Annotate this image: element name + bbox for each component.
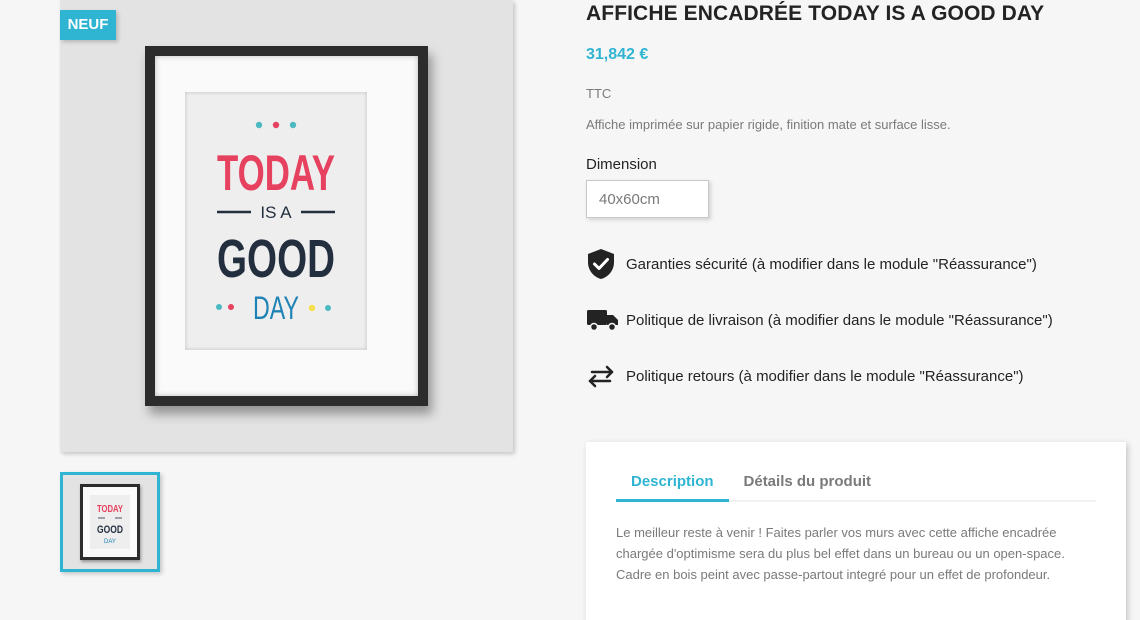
tax-label: TTC <box>586 86 612 101</box>
dimension-field[interactable] <box>586 180 709 218</box>
product-description: Le meilleur reste à venir ! Faites parle… <box>616 525 1065 582</box>
variant-label: Dimension <box>586 156 657 173</box>
svg-text:TODAY: TODAY <box>97 504 123 515</box>
reassurance-label: Politique retours (à modifier dans le mo… <box>626 367 1024 385</box>
product-tabs: Description Détails du produit Le meille… <box>586 442 1126 620</box>
reassurance-block: Garanties sécurité (à modifier dans le m… <box>586 246 1126 414</box>
thumbnail-frame: TODAY GOOD DAY <box>80 484 140 560</box>
artwork-line2: IS A <box>260 203 292 222</box>
reassurance-label: Garanties sécurité (à modifier dans le m… <box>626 255 1037 273</box>
thumbnail-artwork: TODAY GOOD DAY <box>90 495 130 549</box>
artwork-line4: DAY <box>253 290 299 326</box>
tab-nav: Description Détails du produit <box>616 472 1096 502</box>
reassurance-item-security: Garanties sécurité (à modifier dans le m… <box>586 246 1126 282</box>
reassurance-item-returns: Politique retours (à modifier dans le mo… <box>586 358 1126 394</box>
new-badge: Neuf <box>60 10 116 40</box>
poster-artwork-graphic: TODAY IS A GOOD DAY <box>216 121 335 326</box>
swap-arrows-icon <box>586 359 620 393</box>
tab-product-details[interactable]: Détails du produit <box>729 472 887 502</box>
poster-frame: TODAY IS A GOOD DAY <box>145 46 428 406</box>
product-price: 31,842 € <box>586 46 649 63</box>
product-short-description: Affiche imprimée sur papier rigide, fini… <box>586 117 951 132</box>
product-title: Affiche encadrée today is a good day <box>586 2 1045 25</box>
artwork-line1: TODAY <box>217 145 335 201</box>
artwork-line3: GOOD <box>217 229 335 289</box>
poster-mat: TODAY IS A GOOD DAY <box>155 56 418 396</box>
reassurance-item-delivery: Politique de livraison (à modifier dans … <box>586 302 1126 338</box>
shield-check-icon <box>586 247 620 281</box>
tab-description[interactable]: Description <box>616 472 729 502</box>
product-thumbnail[interactable]: TODAY GOOD DAY <box>60 472 160 572</box>
reassurance-label: Politique de livraison (à modifier dans … <box>626 311 1053 329</box>
product-cover-image[interactable]: TODAY IS A GOOD DAY <box>60 0 513 452</box>
svg-text:GOOD: GOOD <box>97 524 123 536</box>
svg-text:DAY: DAY <box>104 539 116 545</box>
truck-icon <box>586 303 620 337</box>
poster-artwork: TODAY IS A GOOD DAY <box>185 92 367 350</box>
